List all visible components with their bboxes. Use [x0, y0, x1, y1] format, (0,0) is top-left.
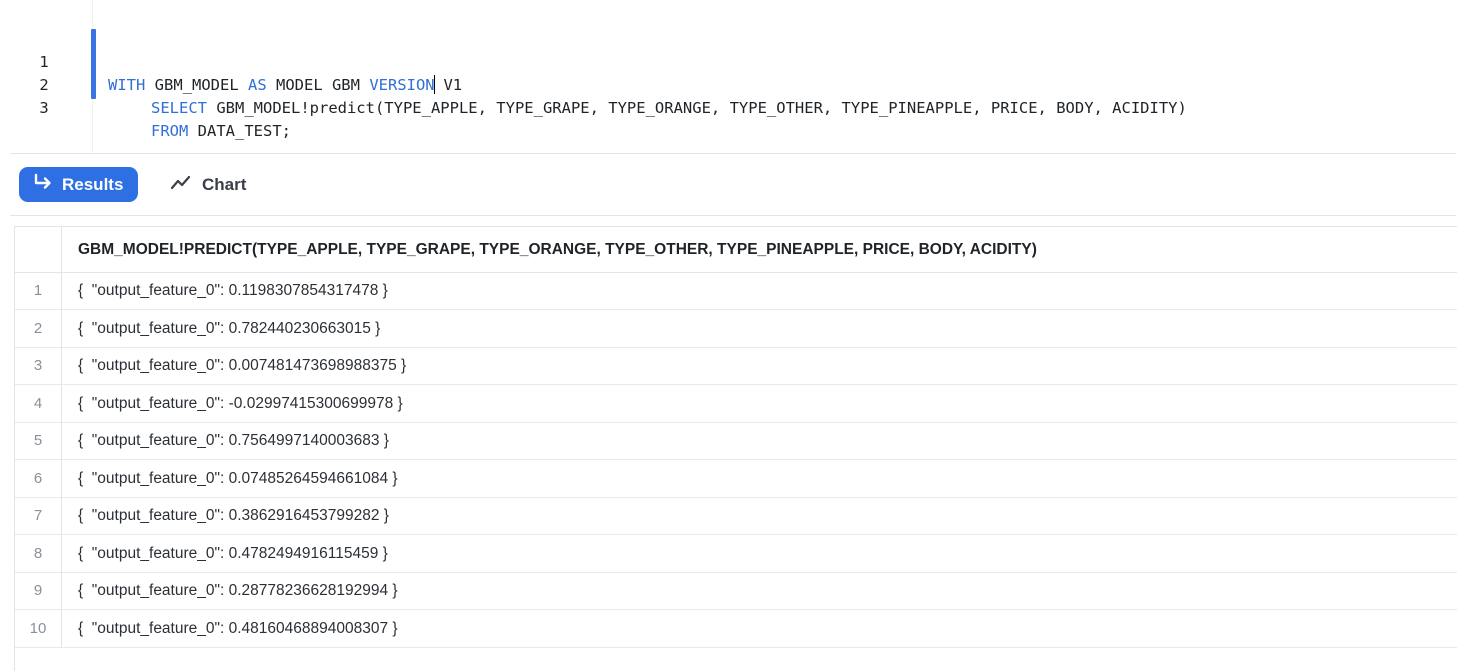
sql-text: DATA_TEST; [188, 122, 291, 140]
row-index: 7 [15, 497, 62, 534]
row-index: 8 [15, 535, 62, 572]
code-text[interactable]: FROM DATA_TEST; [151, 120, 291, 143]
row-index: 1 [15, 272, 62, 309]
sql-text: V1 [434, 76, 463, 94]
row-index: 2 [15, 310, 62, 347]
sql-text: GBM_MODEL!predict(TYPE_APPLE, TYPE_GRAPE… [207, 99, 1187, 117]
tab-results[interactable]: Results [19, 167, 139, 202]
line-chart-icon [170, 173, 192, 196]
sql-keyword: WITH [108, 76, 146, 94]
sql-keyword: FROM [151, 122, 189, 140]
active-block-indicator [91, 29, 96, 99]
table-header: GBM_MODEL!PREDICT(TYPE_APPLE, TYPE_GRAPE… [15, 227, 1457, 273]
sql-keyword: SELECT [151, 99, 207, 117]
table-row[interactable]: 6 { "output_feature_0": 0.07485264594661… [15, 460, 1457, 498]
cell-value[interactable]: { "output_feature_0": 0.0074814736989883… [78, 347, 406, 384]
row-index: 9 [15, 572, 62, 609]
row-index-header [15, 227, 62, 272]
sql-text: MODEL GBM [266, 76, 370, 94]
cell-value[interactable]: { "output_feature_0": 0.782440230663015 … [78, 310, 380, 347]
column-header[interactable]: GBM_MODEL!PREDICT(TYPE_APPLE, TYPE_GRAPE… [78, 227, 1037, 272]
row-index: 5 [15, 422, 62, 459]
cell-value[interactable]: { "output_feature_0": 0.4782494916115459… [78, 535, 388, 572]
table-row[interactable]: 9 { "output_feature_0": 0.28778236628192… [15, 572, 1457, 610]
tab-results-label: Results [62, 174, 124, 194]
sql-keyword: VERSION [369, 76, 435, 94]
row-index: 10 [15, 610, 62, 647]
code-text[interactable]: SELECT GBM_MODEL!predict(TYPE_APPLE, TYP… [151, 97, 1187, 120]
results-toolbar: Results Chart [10, 153, 1456, 216]
sql-text: GBM_MODEL [145, 76, 248, 94]
cell-value[interactable]: { "output_feature_0": 0.4816046889400830… [78, 610, 398, 647]
line-number: 3 [39, 99, 49, 117]
editor-line-1[interactable]: 1 WITH GBM_MODEL AS MODEL GBM VERSION V1 [0, 28, 462, 94]
tab-chart-label: Chart [202, 174, 247, 194]
code-text[interactable]: WITH GBM_MODEL AS MODEL GBM VERSION V1 [108, 74, 462, 97]
table-row[interactable]: 1 { "output_feature_0": 0.11983078543174… [15, 272, 1457, 310]
table-row[interactable]: 10 { "output_feature_0": 0.4816046889400… [15, 610, 1457, 648]
cell-value[interactable]: { "output_feature_0": 0.2877823662819299… [78, 572, 398, 609]
table-row[interactable]: 7 { "output_feature_0": 0.38629164537992… [15, 497, 1457, 535]
table-row[interactable]: 2 { "output_feature_0": 0.78244023066301… [15, 310, 1457, 348]
editor-line-3[interactable]: 3 FROM DATA_TEST; [0, 74, 291, 140]
table-row[interactable]: 8 { "output_feature_0": 0.47824949161154… [15, 535, 1457, 573]
cell-value[interactable]: { "output_feature_0": 0.7564997140003683… [78, 422, 389, 459]
sql-editor[interactable]: 1 WITH GBM_MODEL AS MODEL GBM VERSION V1… [0, 0, 1456, 153]
results-table: GBM_MODEL!PREDICT(TYPE_APPLE, TYPE_GRAPE… [14, 226, 1457, 671]
cell-value[interactable]: { "output_feature_0": -0.029974153006999… [78, 385, 403, 422]
table-row[interactable]: 5 { "output_feature_0": 0.75649971400036… [15, 422, 1457, 460]
return-arrow-icon [32, 173, 54, 196]
row-index: 6 [15, 460, 62, 497]
cell-value[interactable]: { "output_feature_0": 0.3862916453799282… [78, 497, 389, 534]
editor-line-2[interactable]: 2 SELECT GBM_MODEL!predict(TYPE_APPLE, T… [0, 51, 1187, 117]
row-index: 3 [15, 347, 62, 384]
cell-value[interactable]: { "output_feature_0": 0.1198307854317478… [78, 272, 388, 309]
table-row[interactable]: 3 { "output_feature_0": 0.00748147369898… [15, 347, 1457, 385]
row-index: 4 [15, 385, 62, 422]
table-row[interactable]: 4 { "output_feature_0": -0.0299741530069… [15, 385, 1457, 423]
tab-chart[interactable]: Chart [170, 167, 246, 202]
cell-value[interactable]: { "output_feature_0": 0.0748526459466108… [78, 460, 398, 497]
sql-keyword: AS [247, 76, 267, 94]
